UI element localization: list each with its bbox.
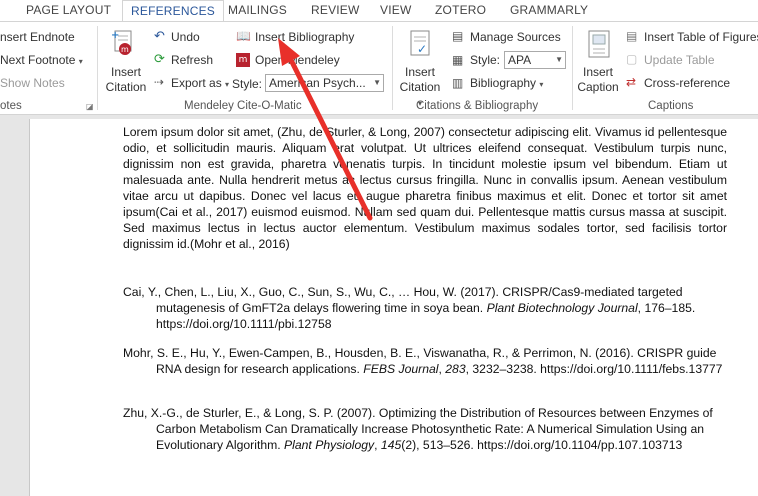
show-notes-button[interactable]: Show Notes [0, 76, 65, 90]
export-as-button[interactable]: Export as ▾ [171, 76, 229, 90]
bibliography-label: Bibliography [470, 76, 537, 90]
export-caret-icon: ▾ [225, 80, 230, 89]
footnotes-group-label: otes [0, 100, 22, 112]
citation-style-label: Style: [470, 53, 501, 67]
group-separator [97, 26, 98, 110]
citation-style-dropdown[interactable]: APA ▼ [504, 51, 566, 69]
insert-table-of-figures-button[interactable]: Insert Table of Figures [644, 30, 758, 44]
svg-text:✓: ✓ [417, 42, 427, 56]
reference-entry[interactable]: Zhu, X.-G., de Sturler, E., & Long, S. P… [123, 405, 727, 453]
group-separator [572, 26, 573, 110]
tab-zotero[interactable]: ZOTERO [435, 0, 486, 22]
body-paragraph[interactable]: Lorem ipsum dolor sit amet, (Zhu, de Stu… [123, 124, 727, 252]
bibliography-button[interactable]: Bibliography ▾ [470, 76, 543, 90]
mendeley-style-dropdown[interactable]: American Psych... ▼ [265, 74, 384, 92]
reference-text: , [374, 438, 381, 452]
mendeley-logo-icon: m [236, 53, 250, 67]
ribbon-tab-bar: PAGE LAYOUT REFERENCES MAILINGS REVIEW V… [0, 0, 758, 23]
undo-icon: ↶ [154, 29, 165, 44]
citation-style-value: APA [508, 53, 532, 67]
insert-caption-icon [588, 30, 610, 58]
cross-reference-icon: ⇄ [626, 75, 637, 89]
update-table-icon: ▢ [626, 52, 638, 66]
svg-text:m: m [121, 45, 129, 54]
dropdown-arrow-icon: ▼ [555, 55, 563, 64]
tab-references[interactable]: REFERENCES [122, 0, 225, 23]
reference-entry[interactable]: Cai, Y., Chen, L., Liu, X., Guo, C., Sun… [123, 284, 727, 332]
bibliography-icon: ▥ [452, 76, 464, 90]
manage-sources-button[interactable]: Manage Sources [470, 30, 561, 44]
export-as-label: Export as [171, 76, 222, 90]
insert-citation-icon: ✓ [410, 30, 430, 56]
mendeley-style-value: American Psych... [269, 76, 366, 90]
reference-journal: Plant Biotechnology Journal [486, 301, 638, 315]
cross-reference-button[interactable]: Cross-reference [644, 76, 730, 90]
tab-review[interactable]: REVIEW [311, 0, 360, 22]
reference-journal: Plant Physiology [284, 438, 375, 452]
reference-volume: 145 [380, 438, 402, 452]
reference-text: , 3232–3238. https://doi.org/10.1111/feb… [465, 362, 723, 376]
captions-group-label: Captions [648, 100, 694, 112]
style-icon: ▦ [452, 53, 464, 67]
insert-endnote-button[interactable]: nsert Endnote [0, 30, 75, 44]
open-mendeley-button[interactable]: Open Mendeley [255, 53, 340, 67]
export-icon: ⇢ [154, 75, 165, 89]
tab-view[interactable]: VIEW [380, 0, 411, 22]
bibliography-book-icon: 📖 [236, 29, 251, 43]
dialog-launcher-icon[interactable]: ◪ [86, 102, 94, 111]
tab-mailings[interactable]: MAILINGS [228, 0, 287, 22]
next-footnote-caret-icon: ▾ [78, 57, 83, 66]
next-footnote-button[interactable]: Next Footnote ▾ [0, 53, 83, 67]
update-table-button[interactable]: Update Table [644, 53, 715, 67]
dropdown-arrow-icon: ▼ [373, 78, 381, 87]
bibliography-caret-icon: ▾ [539, 80, 544, 89]
undo-button[interactable]: Undo [171, 30, 200, 44]
manage-sources-icon: ▤ [452, 29, 464, 43]
citations-group-label: Citations & Bibliography [416, 100, 539, 112]
mendeley-group-label: Mendeley Cite-O-Matic [184, 100, 302, 112]
tab-page-layout[interactable]: PAGE LAYOUT [26, 0, 111, 22]
mendeley-style-label: Style: [232, 77, 263, 91]
reference-journal: FEBS Journal [363, 362, 439, 376]
insert-citation-text: Insert Citation [399, 65, 441, 94]
insert-citation-mendeley-button[interactable]: m + [111, 28, 137, 58]
insert-caption-label: Insert Caption [577, 65, 619, 94]
reference-volume: 283 [445, 362, 466, 376]
refresh-button[interactable]: Refresh [171, 53, 213, 67]
mendeley-citation-icon: m + [111, 30, 132, 55]
insert-citation-mendeley-label: Insert Citation [105, 65, 147, 94]
insert-bibliography-button[interactable]: Insert Bibliography [255, 30, 354, 44]
next-footnote-label: Next Footnote [0, 53, 76, 67]
refresh-icon: ⟳ [154, 52, 165, 67]
tab-grammarly[interactable]: GRAMMARLY [510, 0, 588, 22]
reference-text: (2), 513–526. https://doi.org/10.1104/pp… [401, 438, 683, 452]
svg-text:+: + [111, 30, 119, 41]
group-separator [392, 26, 393, 110]
reference-entry[interactable]: Mohr, S. E., Hu, Y., Ewen-Campen, B., Ho… [123, 345, 727, 377]
insert-caption-button[interactable] [586, 28, 612, 60]
ribbon: nsert Endnote Next Footnote ▾ Show Notes… [0, 21, 758, 115]
insert-citation-button[interactable]: ✓ [405, 28, 435, 60]
table-of-figures-icon: ▤ [626, 29, 638, 43]
